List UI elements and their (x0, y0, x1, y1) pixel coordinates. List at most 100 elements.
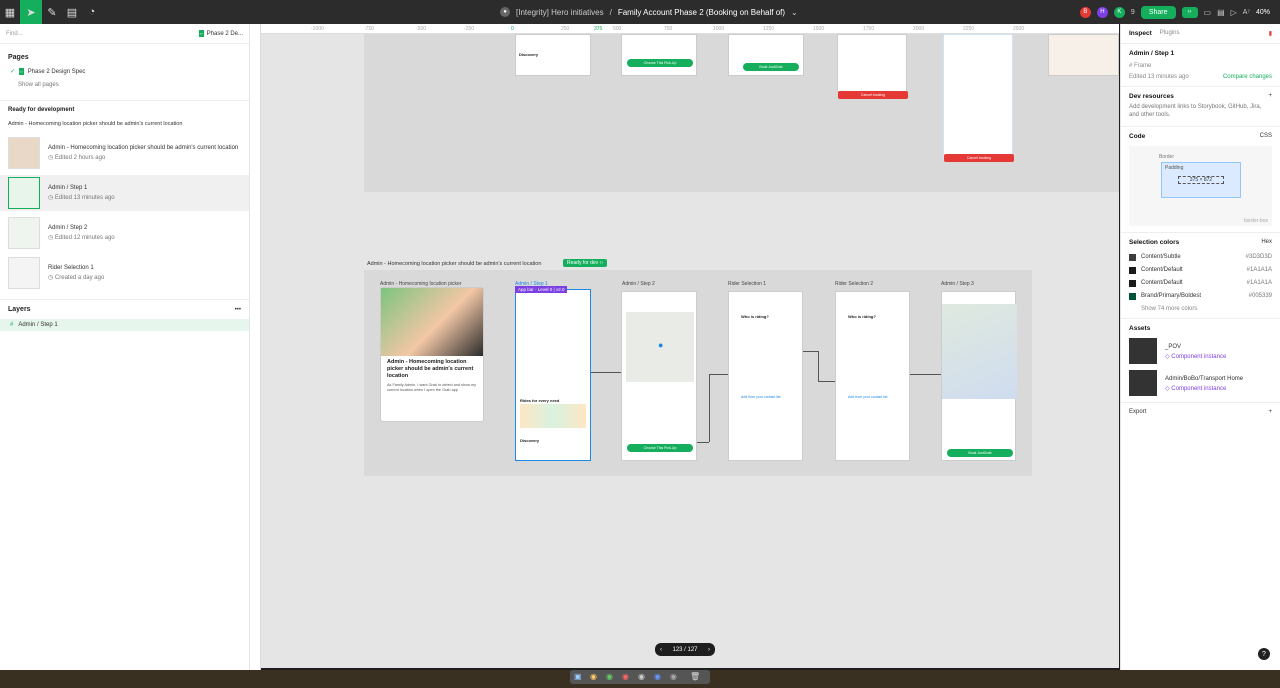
frame-thumbnail[interactable]: Choose This Pick-Up (621, 34, 697, 76)
bookmark-icon[interactable]: ▮ (1269, 30, 1272, 37)
list-item[interactable]: Admin - Homecoming location picker shoul… (0, 135, 249, 171)
color-name[interactable]: Brand/Primary/Boldest (1141, 293, 1201, 299)
color-name[interactable]: Content/Default (1141, 280, 1183, 286)
more-icon[interactable]: ••• (235, 307, 241, 313)
play-icon[interactable]: ▷ (1231, 8, 1237, 17)
list-item[interactable]: Rider Selection 1 ◷ Created a day ago (0, 255, 249, 291)
book-button[interactable]: Book JustGrab (743, 63, 799, 71)
show-all-pages[interactable]: Show all pages (0, 82, 249, 88)
flow-connector (818, 351, 819, 381)
list-item[interactable]: Admin / Step 1 ◷ Edited 13 minutes ago (0, 175, 249, 211)
tab-inspect[interactable]: Inspect (1129, 30, 1152, 37)
chevron-right-icon[interactable]: › (708, 647, 710, 653)
layer-name: Admin / Step 1 (18, 322, 58, 328)
frame-label[interactable]: Admin / Step 3 (941, 281, 974, 287)
code-icon: ‹› (599, 260, 603, 266)
ruler-tick: 2000 (913, 26, 925, 32)
app-icon[interactable]: ◉ (654, 672, 661, 681)
color-hex[interactable]: #1A1A1A (1247, 267, 1272, 273)
ready-for-dev-badge[interactable]: Ready for dev ‹› (563, 259, 607, 267)
chevron-left-icon[interactable]: ‹ (660, 647, 662, 653)
plus-icon[interactable]: + (1268, 93, 1272, 100)
color-format-select[interactable]: Hex (1261, 239, 1272, 246)
asset-item[interactable]: Admin/BoBo/Transport Home ◇ Component ins… (1129, 369, 1272, 396)
trash-icon[interactable]: 🗑 (690, 672, 700, 681)
list-item[interactable]: Admin / Step 2 ◷ Edited 12 minutes ago (0, 215, 249, 251)
section-title[interactable]: Admin - Homecoming location picker shoul… (367, 261, 541, 267)
admin-step1-frame[interactable]: App bar - Level 0 | v2.0 Rides for every… (515, 286, 591, 461)
cancel-booking-button[interactable]: Cancel booking (944, 154, 1014, 162)
project-name[interactable]: [Integrity] Hero initiatives (516, 8, 604, 17)
chevron-down-icon[interactable]: ⌄ (791, 8, 798, 17)
finder-icon[interactable]: ▣ (574, 672, 582, 681)
app-icon[interactable]: ◉ (590, 672, 597, 681)
find-input[interactable]: Find... (6, 31, 23, 37)
ruler-tick: 250 (561, 26, 570, 32)
rider-selection1-frame[interactable]: Who is riding? Add from your contact lis… (728, 291, 803, 461)
tab-plugins[interactable]: Plugins (1160, 30, 1180, 37)
admin-step2-frame[interactable]: ● Choose This Pick-Up (621, 291, 697, 461)
translate-icon[interactable]: A⁷ (1243, 9, 1250, 16)
color-hex[interactable]: #1A1A1A (1247, 280, 1272, 286)
export-heading: Export (1129, 408, 1147, 415)
frame-thumbnail[interactable]: Cancel booking (837, 34, 908, 99)
color-hex[interactable]: #3D3D3D (1246, 254, 1272, 260)
flow-connector (697, 442, 709, 443)
ruler-tick: -250 (464, 26, 475, 32)
comment-tool-icon[interactable]: ◔ (82, 1, 102, 23)
item-title: Admin / Step 1 (48, 185, 88, 191)
library-icon[interactable]: ▭ (1204, 8, 1212, 17)
cancel-booking-button[interactable]: Cancel booking (838, 91, 908, 99)
group-title[interactable]: Admin - Homecoming location picker shoul… (0, 121, 249, 127)
viewer-count[interactable]: 9 (1131, 9, 1135, 16)
admin-step3-frame[interactable]: Book JustGrab (941, 291, 1017, 461)
code-heading: Code (1129, 132, 1146, 140)
avatar[interactable]: K (1113, 6, 1125, 18)
rider-selection2-frame[interactable]: Who is riding? Add from your contact lis… (835, 291, 910, 461)
layer-row[interactable]: # Admin / Step 1 (0, 319, 249, 331)
frame-label[interactable]: Rider Selection 1 (728, 281, 766, 287)
zoom-level[interactable]: 40% (1256, 9, 1270, 16)
share-button[interactable]: Share (1140, 5, 1176, 19)
app-icon[interactable]: ◉ (606, 672, 613, 681)
app-icon[interactable]: ◉ (638, 672, 645, 681)
frame-thumbnail[interactable]: Book JustGrab (728, 34, 804, 76)
cover-card[interactable]: Admin - Homecoming location picker shoul… (380, 287, 484, 422)
frame-label[interactable]: Admin / Step 2 (622, 281, 655, 287)
notes-icon[interactable]: ▤ (1217, 8, 1225, 17)
dev-resources-desc: Add development links to Storybook, GitH… (1129, 104, 1262, 118)
frame-thumbnail[interactable]: Discovery (515, 34, 591, 76)
help-icon[interactable]: ? (1258, 648, 1270, 660)
show-more-colors[interactable]: Show 74 more colors (1129, 306, 1272, 312)
code-language-select[interactable]: CSS (1260, 133, 1272, 140)
pen-tool-icon[interactable]: ✎ (42, 1, 62, 23)
avatar[interactable]: B (1079, 6, 1091, 18)
page-chip[interactable]: Phase 2 De... (207, 31, 243, 37)
app-icon[interactable]: ◉ (622, 672, 629, 681)
frame-text: Who is riding? (848, 314, 876, 319)
move-tool-icon[interactable]: ➤ (20, 0, 42, 24)
choose-pickup-button[interactable]: Choose This Pick-Up (627, 444, 693, 452)
avatar[interactable]: H (1096, 6, 1108, 18)
choose-pickup-button[interactable]: Choose This Pick-Up (627, 59, 693, 67)
color-name[interactable]: Content/Subtle (1141, 254, 1181, 260)
color-hex[interactable]: #005339 (1249, 293, 1272, 299)
item-title: Admin / Step 2 (48, 225, 88, 231)
book-button[interactable]: Book JustGrab (947, 449, 1013, 457)
figma-menu-icon[interactable]: ▦ (0, 1, 20, 23)
color-name[interactable]: Content/Default (1141, 267, 1183, 273)
frame-thumbnail[interactable]: Cancel booking (943, 34, 1014, 162)
annotate-tool-icon[interactable]: ▤ (62, 1, 82, 23)
plus-icon[interactable]: + (1268, 409, 1272, 415)
compare-changes-link[interactable]: Compare changes (1223, 74, 1272, 80)
frame-label[interactable]: Rider Selection 2 (835, 281, 873, 287)
asset-item[interactable]: _POV ◇ Component instance (1129, 337, 1272, 364)
flow-connector (910, 374, 941, 375)
toolbar-right: B H K 9 Share ‹› ▭ ▤ ▷ A⁷ 40% (1079, 0, 1270, 24)
current-page[interactable]: Phase 2 Design Spec (28, 69, 86, 75)
design-canvas[interactable]: Discovery Choose This Pick-Up Book JustG… (261, 34, 1119, 668)
frame-thumbnail[interactable] (1048, 34, 1119, 76)
file-name[interactable]: Family Account Phase 2 (Booking on Behal… (618, 8, 785, 17)
app-icon[interactable]: ◉ (670, 672, 677, 681)
dev-mode-icon[interactable]: ‹› (1181, 6, 1198, 18)
